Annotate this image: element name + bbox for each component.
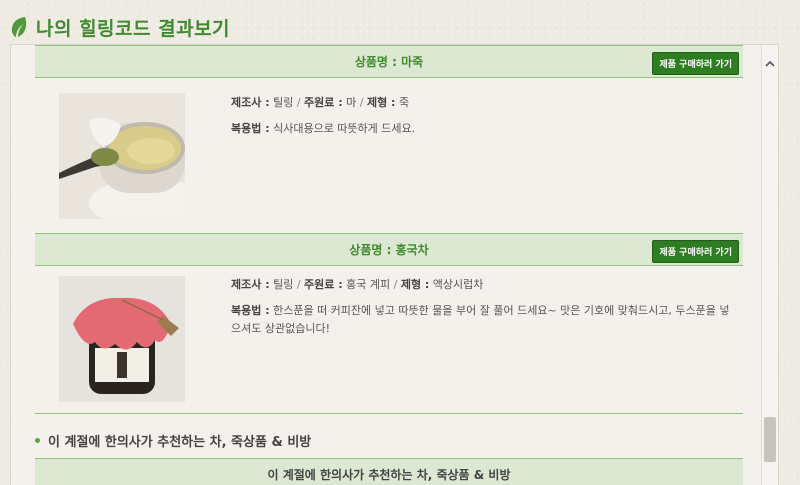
product-bar: 상품명 : 마죽 제품 구매하러 가기 <box>35 45 743 78</box>
product-item: 제조사 : 틸링 / 주원료 : 홍국 계피 / 제형 : 액상시럽차 복용법 … <box>35 266 743 411</box>
usage-value: 한스푼을 떠 커피잔에 넣고 따뜻한 물을 부어 잘 풀어 드세요~ 맛은 기호… <box>231 304 730 335</box>
buy-product-button[interactable]: 제품 구매하러 가기 <box>652 52 739 75</box>
product-spec: 제조사 : 틸링 / 주원료 : 마 / 제형 : 죽 <box>231 96 410 109</box>
recommendation-bar: 이 계절에 한의사가 추천하는 차, 죽상품 & 비방 <box>35 458 743 485</box>
product-usage: 복용법 : 한스푼을 떠 커피잔에 넣고 따뜻한 물을 부어 잘 풀어 드세요~… <box>231 304 730 335</box>
product-bar: 상품명 : 홍국차 제품 구매하러 가기 <box>35 233 743 266</box>
usage-value: 식사대용으로 따뜻하게 드세요. <box>273 122 416 135</box>
maker-value: 틸링 <box>273 278 294 291</box>
type-value: 죽 <box>398 96 410 109</box>
page-title: 나의 힐링코드 결과보기 <box>36 17 231 40</box>
product-info: 제조사 : 틸링 / 주원료 : 마 / 제형 : 죽 복용법 : 식사대용으로… <box>231 94 731 146</box>
bullet-icon <box>35 437 40 443</box>
product-image-porridge <box>59 93 185 219</box>
scroll-thumb[interactable] <box>764 417 776 462</box>
product-image-tea <box>59 276 185 402</box>
product-info: 제조사 : 틸링 / 주원료 : 홍국 계피 / 제형 : 액상시럽차 복용법 … <box>231 276 731 346</box>
ingredient-value: 홍국 계피 <box>346 278 391 291</box>
type-value: 액상시럽차 <box>432 278 484 291</box>
product-item: 제조사 : 틸링 / 주원료 : 마 / 제형 : 죽 복용법 : 식사대용으로… <box>35 78 743 233</box>
product-name: 상품명 : 홍국차 <box>349 243 429 257</box>
maker-value: 틸링 <box>273 96 294 109</box>
page-header: 나의 힐링코드 결과보기 <box>10 12 230 42</box>
section-divider <box>35 413 743 414</box>
result-panel: 상품명 : 마죽 제품 구매하러 가기 제조사 : 틸링 / 주원료: 마 /… <box>10 44 779 485</box>
vertical-scrollbar[interactable] <box>761 45 778 485</box>
leaf-icon <box>11 17 27 37</box>
ingredient-value: 마 <box>346 96 357 109</box>
content-area: 상품명 : 마죽 제품 구매하러 가기 제조사 : 틸링 / 주원료: 마 /… <box>35 45 743 485</box>
section-title: 이 계절에 한의사가 추천하는 차, 죽상품 & 비방 <box>48 434 312 450</box>
section-heading: 이 계절에 한의사가 추천하는 차, 죽상품 & 비방 <box>35 422 743 458</box>
recommendation-title: 이 계절에 한의사가 추천하는 차, 죽상품 & 비방 <box>267 468 511 482</box>
buy-product-button[interactable]: 제품 구매하러 가기 <box>652 240 739 263</box>
product-usage: 복용법 : 식사대용으로 따뜻하게 드세요. <box>231 122 416 135</box>
chevron-up-icon[interactable] <box>765 59 775 69</box>
product-name: 상품명 : 마죽 <box>354 55 424 69</box>
product-spec: 제조사 : 틸링 / 주원료 : 홍국 계피 / 제형 : 액상시럽차 <box>231 278 484 291</box>
